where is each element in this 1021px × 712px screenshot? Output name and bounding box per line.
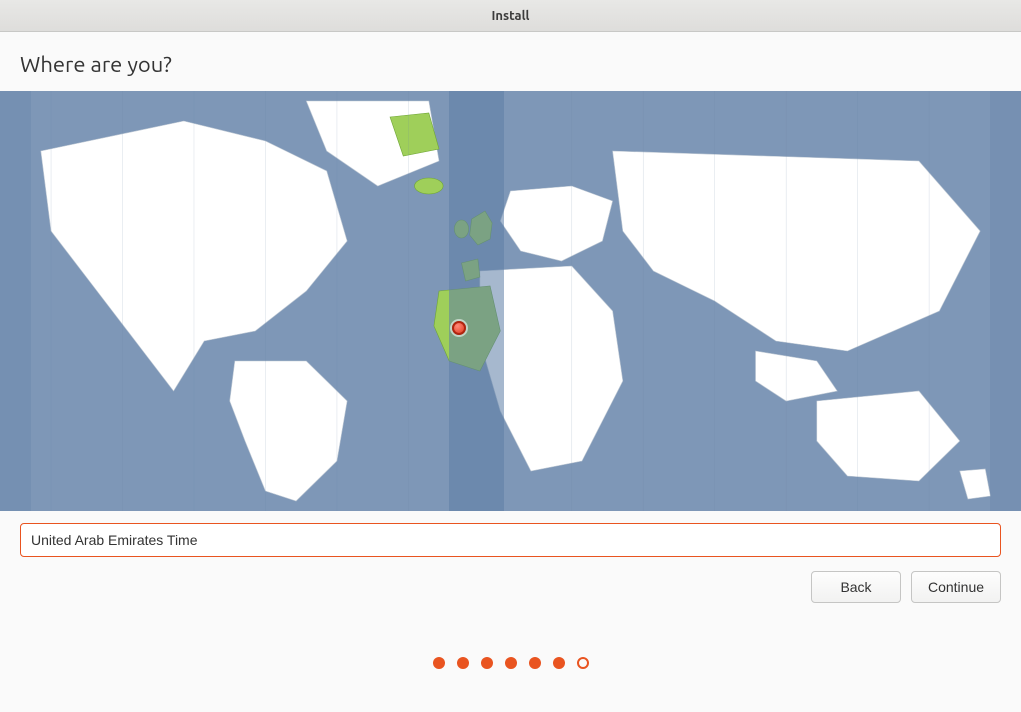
progress-dots bbox=[0, 657, 1021, 669]
controls-row bbox=[0, 511, 1021, 557]
tz-band-decor bbox=[0, 91, 31, 511]
tz-band-selected bbox=[449, 91, 504, 511]
map-marker-icon bbox=[452, 321, 466, 335]
continue-button[interactable]: Continue bbox=[911, 571, 1001, 603]
progress-dot bbox=[457, 657, 469, 669]
progress-dot bbox=[433, 657, 445, 669]
timezone-map[interactable] bbox=[0, 91, 1021, 511]
tz-band-decor bbox=[990, 91, 1021, 511]
window-titlebar: Install bbox=[0, 0, 1021, 32]
nav-buttons: Back Continue bbox=[0, 557, 1021, 603]
timezone-input[interactable] bbox=[20, 523, 1001, 557]
progress-dot bbox=[481, 657, 493, 669]
page-title: Where are you? bbox=[20, 52, 1001, 77]
progress-dot bbox=[505, 657, 517, 669]
page-header: Where are you? bbox=[0, 32, 1021, 91]
progress-dot bbox=[577, 657, 589, 669]
world-map-svg bbox=[0, 91, 1021, 511]
window-title: Install bbox=[492, 9, 530, 23]
progress-dot bbox=[529, 657, 541, 669]
back-button[interactable]: Back bbox=[811, 571, 901, 603]
progress-dot bbox=[553, 657, 565, 669]
